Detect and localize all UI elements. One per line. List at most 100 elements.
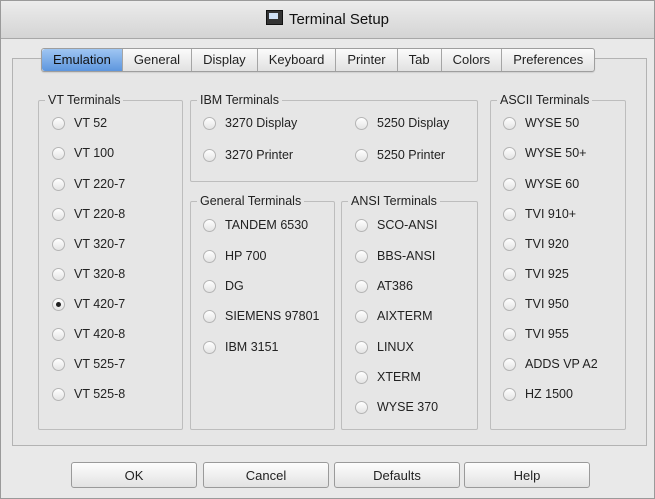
radio-tvi-950[interactable]: TVI 950 — [503, 297, 569, 311]
radio-button[interactable] — [503, 116, 516, 130]
radio-vt-320-7[interactable]: VT 320-7 — [52, 237, 125, 251]
radio-button[interactable] — [503, 327, 516, 341]
option-label: ADDS VP A2 — [525, 357, 598, 371]
ok-button[interactable]: OK — [71, 462, 197, 488]
radio-button[interactable] — [355, 249, 368, 263]
radio-button[interactable] — [503, 207, 516, 221]
option-label: BBS-ANSI — [377, 249, 436, 263]
radio-button[interactable] — [503, 177, 516, 191]
option-label: HZ 1500 — [525, 387, 573, 401]
ibm-terminals-title: IBM Terminals — [200, 93, 279, 107]
radio-vt-52[interactable]: VT 52 — [52, 116, 107, 130]
ascii-terminals-title: ASCII Terminals — [500, 93, 590, 107]
radio-button[interactable] — [355, 148, 368, 162]
option-label: 5250 Printer — [377, 148, 446, 162]
help-button[interactable]: Help — [464, 462, 590, 488]
radio-button[interactable] — [52, 327, 65, 341]
radio-at386[interactable]: AT386 — [355, 279, 413, 293]
tab-preferences[interactable]: Preferences — [502, 49, 594, 71]
radio-button[interactable] — [503, 237, 516, 251]
radio-5250-display[interactable]: 5250 Display — [355, 116, 449, 130]
radio-bbs-ansi[interactable]: BBS-ANSI — [355, 249, 435, 263]
radio-hz-1500[interactable]: HZ 1500 — [503, 387, 573, 401]
radio-button[interactable] — [355, 116, 368, 130]
radio-button[interactable] — [355, 340, 368, 354]
radio-aixterm[interactable]: AIXTERM — [355, 309, 433, 323]
radio-wyse-60[interactable]: WYSE 60 — [503, 177, 579, 191]
radio-button[interactable] — [503, 387, 516, 401]
radio-wyse-370[interactable]: WYSE 370 — [355, 400, 438, 414]
radio-button[interactable] — [203, 340, 216, 354]
radio-3270-printer[interactable]: 3270 Printer — [203, 148, 293, 162]
radio-button[interactable] — [203, 148, 216, 162]
radio-hp-700[interactable]: HP 700 — [203, 249, 266, 263]
radio-sco-ansi[interactable]: SCO-ANSI — [355, 218, 437, 232]
tab-general[interactable]: General — [123, 49, 193, 71]
radio-vt-525-7[interactable]: VT 525-7 — [52, 357, 125, 371]
radio-wyse-50-plus[interactable]: WYSE 50+ — [503, 146, 587, 160]
radio-button[interactable] — [52, 237, 65, 251]
radio-button[interactable] — [503, 146, 516, 160]
radio-button[interactable] — [355, 400, 368, 414]
radio-tvi-910-plus[interactable]: TVI 910+ — [503, 207, 576, 221]
radio-button[interactable] — [355, 370, 368, 384]
radio-button[interactable] — [52, 146, 65, 160]
radio-vt-100[interactable]: VT 100 — [52, 146, 114, 160]
radio-dg[interactable]: DG — [203, 279, 244, 293]
option-label: VT 52 — [74, 116, 108, 130]
radio-vt-420-7[interactable]: VT 420-7 — [52, 297, 125, 311]
radio-vt-525-8[interactable]: VT 525-8 — [52, 387, 125, 401]
radio-3270-display[interactable]: 3270 Display — [203, 116, 297, 130]
radio-button[interactable] — [52, 207, 65, 221]
radio-ibm-3151[interactable]: IBM 3151 — [203, 340, 279, 354]
radio-xterm[interactable]: XTERM — [355, 370, 421, 384]
radio-tvi-920[interactable]: TVI 920 — [503, 237, 569, 251]
terminal-icon — [265, 10, 283, 25]
title-bar[interactable]: Terminal Setup — [1, 1, 654, 39]
tab-display[interactable]: Display — [192, 49, 258, 71]
vt-terminals-group: VT Terminals — [38, 93, 183, 430]
option-label: AIXTERM — [377, 309, 433, 323]
radio-button[interactable] — [355, 218, 368, 232]
radio-button[interactable] — [503, 357, 516, 371]
tab-printer[interactable]: Printer — [336, 49, 398, 71]
radio-button-selected[interactable] — [52, 297, 65, 311]
ansi-terminals-title: ANSI Terminals — [351, 194, 437, 208]
defaults-button[interactable]: Defaults — [334, 462, 460, 488]
tab-tab[interactable]: Tab — [398, 49, 442, 71]
radio-tvi-955[interactable]: TVI 955 — [503, 327, 569, 341]
radio-button[interactable] — [203, 309, 216, 323]
radio-vt-220-8[interactable]: VT 220-8 — [52, 207, 125, 221]
radio-button[interactable] — [203, 249, 216, 263]
radio-5250-printer[interactable]: 5250 Printer — [355, 148, 445, 162]
radio-button[interactable] — [355, 309, 368, 323]
radio-tandem-6530[interactable]: TANDEM 6530 — [203, 218, 308, 232]
radio-button[interactable] — [52, 387, 65, 401]
option-label: WYSE 50+ — [525, 146, 587, 160]
radio-button[interactable] — [52, 177, 65, 191]
radio-button[interactable] — [503, 297, 516, 311]
option-label: VT 320-7 — [74, 237, 126, 251]
radio-wyse-50[interactable]: WYSE 50 — [503, 116, 579, 130]
radio-button[interactable] — [52, 357, 65, 371]
radio-button[interactable] — [355, 279, 368, 293]
radio-button[interactable] — [203, 279, 216, 293]
tab-emulation[interactable]: Emulation — [42, 49, 123, 71]
tab-bar: Emulation General Display Keyboard Print… — [41, 48, 596, 72]
radio-vt-420-8[interactable]: VT 420-8 — [52, 327, 125, 341]
radio-button[interactable] — [203, 218, 216, 232]
radio-linux[interactable]: LINUX — [355, 340, 414, 354]
tab-keyboard[interactable]: Keyboard — [258, 49, 337, 71]
radio-button[interactable] — [52, 116, 65, 130]
radio-adds-vp-a2[interactable]: ADDS VP A2 — [503, 357, 598, 371]
cancel-button[interactable]: Cancel — [203, 462, 329, 488]
radio-button[interactable] — [52, 267, 65, 281]
radio-vt-220-7[interactable]: VT 220-7 — [52, 177, 125, 191]
radio-button[interactable] — [203, 116, 216, 130]
radio-vt-320-8[interactable]: VT 320-8 — [52, 267, 125, 281]
radio-tvi-925[interactable]: TVI 925 — [503, 267, 569, 281]
tab-colors[interactable]: Colors — [442, 49, 503, 71]
radio-siemens-97801[interactable]: SIEMENS 97801 — [203, 309, 320, 323]
radio-button[interactable] — [503, 267, 516, 281]
terminal-setup-window: Terminal Setup Emulation General Display… — [0, 0, 655, 499]
